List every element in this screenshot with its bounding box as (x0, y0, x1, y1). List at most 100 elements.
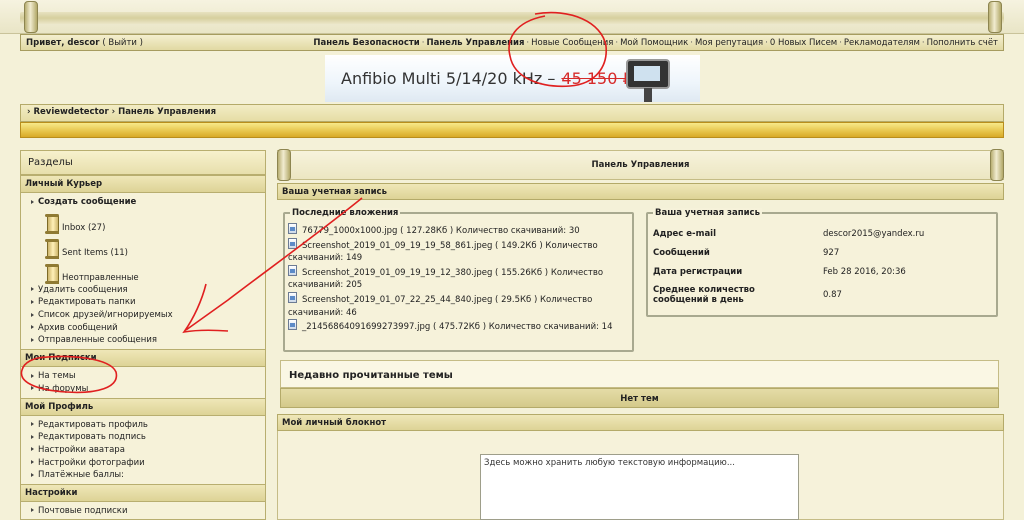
attachment-row[interactable]: _21456864091699273997.jpg ( 475.72Кб ) К… (288, 319, 629, 334)
folder-label: Неотправленные (62, 272, 139, 283)
bullet-icon (31, 325, 34, 330)
recent-topics: Недавно прочитанные темы Нет тем (280, 360, 999, 410)
sidebar-item[interactable]: Удалить сообщения (31, 284, 265, 297)
folder-sent[interactable]: Sent Items (11) (31, 234, 265, 259)
ad-banner[interactable]: Anfibio Multi 5/14/20 kHz – 45 150 ₽ (325, 55, 700, 102)
bullet-icon (31, 337, 34, 342)
attachments-box: Последние вложения 76779_1000x1000.jpg (… (283, 208, 634, 352)
sidebar-item-label: Настройки аватара (38, 444, 125, 455)
nav-link[interactable]: Панель Управления (426, 38, 524, 48)
page-title: Панель Управления (591, 160, 690, 170)
create-message-label: Создать сообщение (38, 197, 137, 207)
main-title-scroll: Панель Управления (277, 149, 1004, 181)
sidebar-item[interactable]: На форумы (31, 383, 265, 396)
scroll-roll-right (990, 149, 1004, 181)
nav-link[interactable]: Мой Помощник (620, 38, 688, 48)
bullet-icon (31, 460, 34, 465)
attachment-name: Screenshot_2019_01_09_19_19_12_380.jpeg (302, 267, 493, 278)
breadcrumb[interactable]: › Reviewdetector › Панель Управления (20, 104, 1004, 122)
image-file-icon (288, 237, 297, 249)
sidebar-item[interactable]: Редактировать профиль (31, 419, 265, 432)
nav-separator: · (765, 37, 768, 48)
sidebar-item-label: Почтовые подписки (38, 505, 128, 516)
nav-link[interactable]: Новые Сообщения (531, 38, 613, 48)
notepad-header: Мой личный блокнот (277, 414, 1004, 431)
account-value: 927 (823, 247, 840, 258)
nav-link[interactable]: Моя репутация (695, 38, 763, 48)
sidebar-item-label: Платёжные баллы: (38, 470, 124, 481)
create-message-link[interactable]: Создать сообщение (31, 196, 265, 209)
notepad-textarea[interactable]: Здесь можно хранить любую текстовую инфо… (480, 454, 799, 520)
attachment-row[interactable]: Screenshot_2019_01_07_22_25_44_840.jpeg … (288, 291, 629, 319)
detector-stem (644, 88, 652, 102)
attachment-name: Screenshot_2019_01_07_22_25_44_840.jpeg (302, 294, 493, 305)
sidebar-item-label: Удалить сообщения (38, 284, 128, 295)
sidebar-item[interactable]: Настройки аватара (31, 444, 265, 457)
bullet-icon (31, 199, 34, 204)
sidebar-item[interactable]: Почтовые подписки (31, 505, 265, 518)
sidebar-item[interactable]: Список друзей/игнорируемых (31, 309, 265, 322)
recent-topics-empty: Нет тем (280, 388, 999, 408)
sidebar-item[interactable]: Отправленные сообщения (31, 334, 265, 347)
banner-price: 45 150 ₽ (561, 69, 633, 88)
sidebar-item[interactable]: Редактировать папки (31, 296, 265, 309)
logout-link[interactable]: ( Выйти ) (102, 38, 143, 48)
account-key: Среднее количество сообщений в день (653, 285, 755, 305)
attachment-name: _21456864091699273997.jpg (302, 322, 431, 333)
sidebar-item-label: Редактировать подпись (38, 432, 146, 443)
attachment-size: ( 149.2Кб ) (495, 240, 543, 251)
account-box: Ваша учетная запись Адрес e-mail descor20… (646, 208, 998, 317)
attachment-name: 76779_1000x1000.jpg (302, 226, 398, 236)
nav-link[interactable]: Пополнить счёт (927, 38, 998, 48)
user-bar: Привет, descor ( Выйти ) Панель Безопасн… (20, 34, 1004, 51)
image-file-icon (288, 319, 297, 331)
image-file-icon (288, 291, 297, 303)
bullet-icon (31, 287, 34, 292)
account-key: Адрес e-mail (653, 228, 717, 239)
bullet-icon (31, 312, 34, 317)
account-table: Адрес e-mail descor2015@yandex.ru Сообщени… (648, 224, 996, 309)
sidebar-item[interactable]: На темы (31, 370, 265, 383)
sidebar-item-label: Архив сообщений (38, 322, 118, 333)
sidebar-item-label: Редактировать папки (38, 297, 136, 308)
nav-link[interactable]: 0 Новых Писем (770, 38, 837, 48)
greeting: Привет, descor ( Выйти ) (26, 38, 143, 48)
account-value: descor2015@yandex.ru (823, 228, 925, 239)
attachments-legend: Последние вложения (290, 208, 401, 218)
attachment-row[interactable]: 76779_1000x1000.jpg ( 127.28Кб ) Количес… (288, 223, 629, 238)
attachment-row[interactable]: Screenshot_2019_01_09_19_19_58_861.jpeg … (288, 237, 629, 265)
section-profile-title: Мой Профиль (21, 397, 265, 416)
detector-image (626, 59, 670, 89)
folder-inbox[interactable]: Inbox (27) (31, 209, 265, 234)
sidebar-item[interactable]: Настройки фотографии (31, 457, 265, 470)
top-nav: Панель Безопасности · Панель Управления · Но… (313, 38, 998, 48)
bullet-icon (31, 434, 34, 439)
sidebar-item-label: На темы (38, 371, 76, 382)
sidebar-item-label: На форумы (38, 383, 89, 394)
bullet-icon (31, 447, 34, 452)
account-header: Ваша учетная запись (277, 183, 1004, 200)
nav-separator: · (526, 37, 530, 48)
settings-list: Почтовые подписки (21, 502, 265, 520)
sidebar-item[interactable]: Редактировать подпись (31, 431, 265, 444)
messenger-list: Создать сообщение Inbox (27) Sent Items … (21, 193, 265, 349)
nav-link[interactable]: Панель Безопасности (313, 38, 419, 48)
sidebar-item-label: Редактировать профиль (38, 419, 148, 430)
scroll-roll-left (24, 1, 38, 33)
folder-unsent[interactable]: Неотправленные (31, 259, 265, 284)
sidebar-item[interactable]: Платёжные баллы: (31, 469, 265, 482)
sidebar-item[interactable]: Архив сообщений (31, 322, 265, 335)
account-row: Адрес e-mail descor2015@yandex.ru (648, 224, 996, 243)
nav-separator: · (921, 37, 925, 48)
sidebar-item-label: Список друзей/игнорируемых (38, 310, 173, 321)
image-file-icon (288, 223, 297, 234)
account-key: Сообщений (653, 247, 710, 258)
sidebar-title: Разделы (21, 151, 265, 175)
nav-separator: · (421, 37, 425, 48)
sidebar: Разделы Личный Курьер Создать сообщение … (20, 150, 266, 520)
nav-link[interactable]: Рекламодателям (844, 38, 920, 48)
scroll-folder-icon (45, 263, 59, 284)
scroll-folder-icon (45, 238, 59, 259)
attachment-row[interactable]: Screenshot_2019_01_09_19_19_12_380.jpeg … (288, 264, 629, 292)
scroll-roll-right (988, 1, 1002, 33)
